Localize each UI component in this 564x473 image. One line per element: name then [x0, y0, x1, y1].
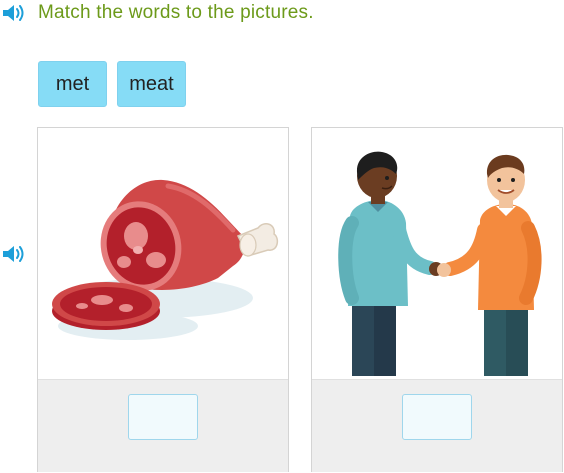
meat-ham-icon [38, 128, 288, 378]
instruction-text: Match the words to the pictures. [38, 2, 314, 23]
word-tile-met[interactable]: met [38, 61, 107, 107]
speaker-icon[interactable] [1, 2, 29, 24]
match-words-exercise: Match the words to the pictures. met mea… [0, 0, 564, 473]
word-tile-meat[interactable]: meat [117, 61, 186, 107]
picture-card-met [311, 127, 563, 472]
answer-drop-box[interactable] [128, 394, 198, 440]
picture-card-meat [37, 127, 289, 472]
speaker-icon[interactable] [1, 243, 29, 265]
handshake-people-icon [312, 128, 562, 378]
answer-area [38, 379, 288, 472]
answer-drop-box[interactable] [402, 394, 472, 440]
answer-area [312, 379, 562, 472]
